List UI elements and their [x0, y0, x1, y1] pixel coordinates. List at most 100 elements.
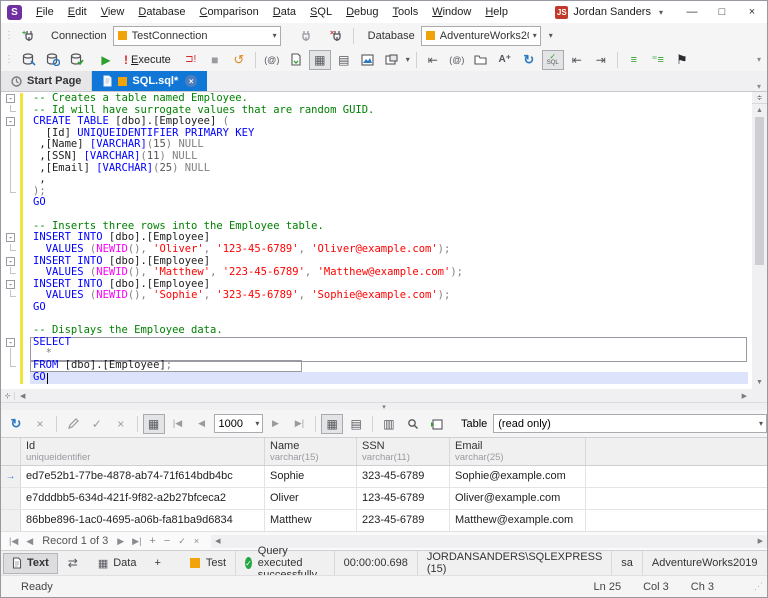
- cell-id[interactable]: ed7e52b1-77be-4878-ab74-71f614bdb4bc: [21, 466, 265, 487]
- previous-record-icon[interactable]: ◀: [22, 536, 37, 547]
- tab-overflow-icon[interactable]: ▾: [751, 82, 767, 91]
- cell-ssn[interactable]: 323-45-6789: [357, 466, 450, 487]
- fold-collapse-icon[interactable]: -: [6, 233, 15, 243]
- toolbar-overflow-icon[interactable]: ▾: [751, 55, 767, 64]
- tab-sql-document[interactable]: SQL.sql* ×: [92, 71, 208, 91]
- visual-designer-icon[interactable]: [357, 50, 379, 70]
- outdent-block-icon[interactable]: ⇤: [422, 50, 444, 70]
- delete-record-icon[interactable]: −: [160, 535, 174, 547]
- cell-name[interactable]: Matthew: [265, 510, 357, 531]
- menu-view[interactable]: View: [94, 6, 132, 18]
- minimize-button[interactable]: —: [677, 1, 707, 23]
- commit-edit-icon[interactable]: ✓: [174, 536, 190, 547]
- menu-database[interactable]: Database: [131, 6, 192, 18]
- cell-ssn[interactable]: 223-45-6789: [357, 510, 450, 531]
- append-record-icon[interactable]: +: [145, 535, 159, 547]
- code-line-9[interactable]: );: [1, 185, 752, 198]
- column-header-id[interactable]: Id uniqueidentifier: [21, 438, 265, 465]
- cell-name[interactable]: Sophie: [265, 466, 357, 487]
- increase-indent-icon[interactable]: ⇥: [590, 50, 612, 70]
- scroll-left-icon[interactable]: ◀: [215, 537, 220, 545]
- next-page-icon[interactable]: ▶: [264, 414, 286, 434]
- grid-view-icon[interactable]: ▦: [321, 413, 344, 434]
- toolbar-grip[interactable]: ⋮: [1, 54, 17, 65]
- toolbar-overflow-icon[interactable]: ▾: [549, 31, 553, 40]
- stop-refresh-icon[interactable]: ×: [29, 414, 51, 434]
- scroll-right-icon[interactable]: ▶: [758, 537, 763, 545]
- first-record-icon[interactable]: |◀: [5, 536, 22, 547]
- window-layout-icon[interactable]: [381, 50, 403, 70]
- column-header-ssn[interactable]: SSN varchar(11): [357, 438, 450, 465]
- refresh-results-icon[interactable]: ↻: [5, 414, 27, 434]
- maximize-button[interactable]: □: [707, 1, 737, 23]
- disconnect-icon[interactable]: ×: [326, 26, 348, 46]
- parameters-icon[interactable]: (@): [261, 50, 283, 70]
- chevron-down-icon[interactable]: ▾: [255, 419, 259, 428]
- cell-email[interactable]: Oliver@example.com: [450, 488, 586, 509]
- column-header-email[interactable]: Email varchar(25): [450, 438, 586, 465]
- fold-collapse-icon[interactable]: -: [6, 256, 15, 266]
- account-avatar[interactable]: JS: [555, 5, 569, 19]
- decrease-indent-icon[interactable]: ⇤: [566, 50, 588, 70]
- code-line-8[interactable]: ,: [1, 173, 752, 186]
- vertical-scrollbar[interactable]: ≑ ▲ ▼: [752, 92, 767, 389]
- cancel-changes-icon[interactable]: ×: [110, 414, 132, 434]
- scroll-right-icon[interactable]: ▶: [737, 392, 752, 400]
- code-area[interactable]: - -- Creates a table named Employee. -- Id…: [1, 92, 752, 389]
- code-line-19[interactable]: GO: [1, 301, 752, 314]
- add-results-tab-button[interactable]: +: [146, 553, 168, 574]
- code-line-24[interactable]: FROM [dbo].[Employee];: [1, 359, 752, 372]
- uppercase-icon[interactable]: A⁺: [494, 50, 516, 70]
- new-sql-document-icon[interactable]: [18, 50, 40, 70]
- scroll-up-icon[interactable]: ▲: [752, 104, 767, 117]
- pane-splitter[interactable]: ▾: [1, 402, 767, 411]
- menu-help[interactable]: Help: [478, 6, 515, 18]
- connect-icon[interactable]: [295, 26, 317, 46]
- run-icon[interactable]: ▶: [95, 50, 117, 70]
- menu-tools[interactable]: Tools: [386, 6, 426, 18]
- menu-sql[interactable]: SQL: [303, 6, 339, 18]
- refresh-database-icon[interactable]: [42, 50, 64, 70]
- chevron-down-icon[interactable]: ▾: [273, 31, 277, 40]
- table-row[interactable]: → ed7e52b1-77be-4878-ab74-71f614bdb4bc Sop…: [1, 466, 767, 488]
- find-in-results-icon[interactable]: [402, 414, 424, 434]
- tab-text-results[interactable]: Text: [3, 552, 58, 574]
- horizontal-scrollbar[interactable]: ⊹ ◀ ▶: [1, 389, 752, 402]
- history-icon[interactable]: ↺: [228, 50, 250, 70]
- chevron-down-icon[interactable]: ▾: [533, 31, 537, 40]
- fold-collapse-icon[interactable]: -: [6, 117, 15, 127]
- tab-data-results[interactable]: ▦ Data: [90, 553, 145, 574]
- scrollbar-thumb[interactable]: [755, 117, 764, 265]
- cell-name[interactable]: Oliver: [265, 488, 357, 509]
- format-document-icon[interactable]: ≡: [623, 50, 645, 70]
- layout-icon[interactable]: ▤: [333, 50, 355, 70]
- cell-ssn[interactable]: 123-45-6789: [357, 488, 450, 509]
- stop-icon[interactable]: ■: [204, 50, 226, 70]
- bookmark-icon[interactable]: ⚑: [671, 50, 693, 70]
- first-page-icon[interactable]: |◀: [167, 414, 189, 434]
- row-marker[interactable]: [1, 510, 21, 531]
- scroll-left-icon[interactable]: ◀: [15, 392, 30, 400]
- refresh-icon[interactable]: ↻: [518, 50, 540, 70]
- tab-start-page[interactable]: Start Page: [1, 71, 93, 91]
- next-record-icon[interactable]: ▶: [113, 536, 128, 547]
- swap-panes-icon[interactable]: ⇄: [62, 553, 84, 573]
- code-line-22[interactable]: - SELECT: [1, 336, 752, 349]
- account-dropdown-icon[interactable]: ▾: [659, 8, 663, 17]
- code-line-21[interactable]: -- Displays the Employee data.: [1, 324, 752, 337]
- row-marker[interactable]: [1, 488, 21, 509]
- new-connection-icon[interactable]: +: [18, 26, 40, 46]
- apply-changes-icon[interactable]: ✓: [86, 414, 108, 434]
- menu-debug[interactable]: Debug: [339, 6, 385, 18]
- results-pane-toggle-icon[interactable]: ▦: [308, 49, 331, 70]
- code-line-10[interactable]: GO: [1, 197, 752, 209]
- paging-mode-icon[interactable]: ▦: [142, 413, 165, 434]
- toolbar-grip[interactable]: ⋮: [1, 30, 17, 41]
- execute-script-icon[interactable]: ⊐!: [180, 50, 202, 70]
- menu-comparison[interactable]: Comparison: [192, 6, 265, 18]
- current-row-arrow-icon[interactable]: →: [1, 466, 21, 487]
- last-page-icon[interactable]: ▶|: [288, 414, 310, 434]
- last-record-icon[interactable]: ▶|: [128, 536, 145, 547]
- splitter-grip-icon[interactable]: ⊹: [1, 391, 15, 400]
- code-line-25[interactable]: GO: [1, 371, 752, 384]
